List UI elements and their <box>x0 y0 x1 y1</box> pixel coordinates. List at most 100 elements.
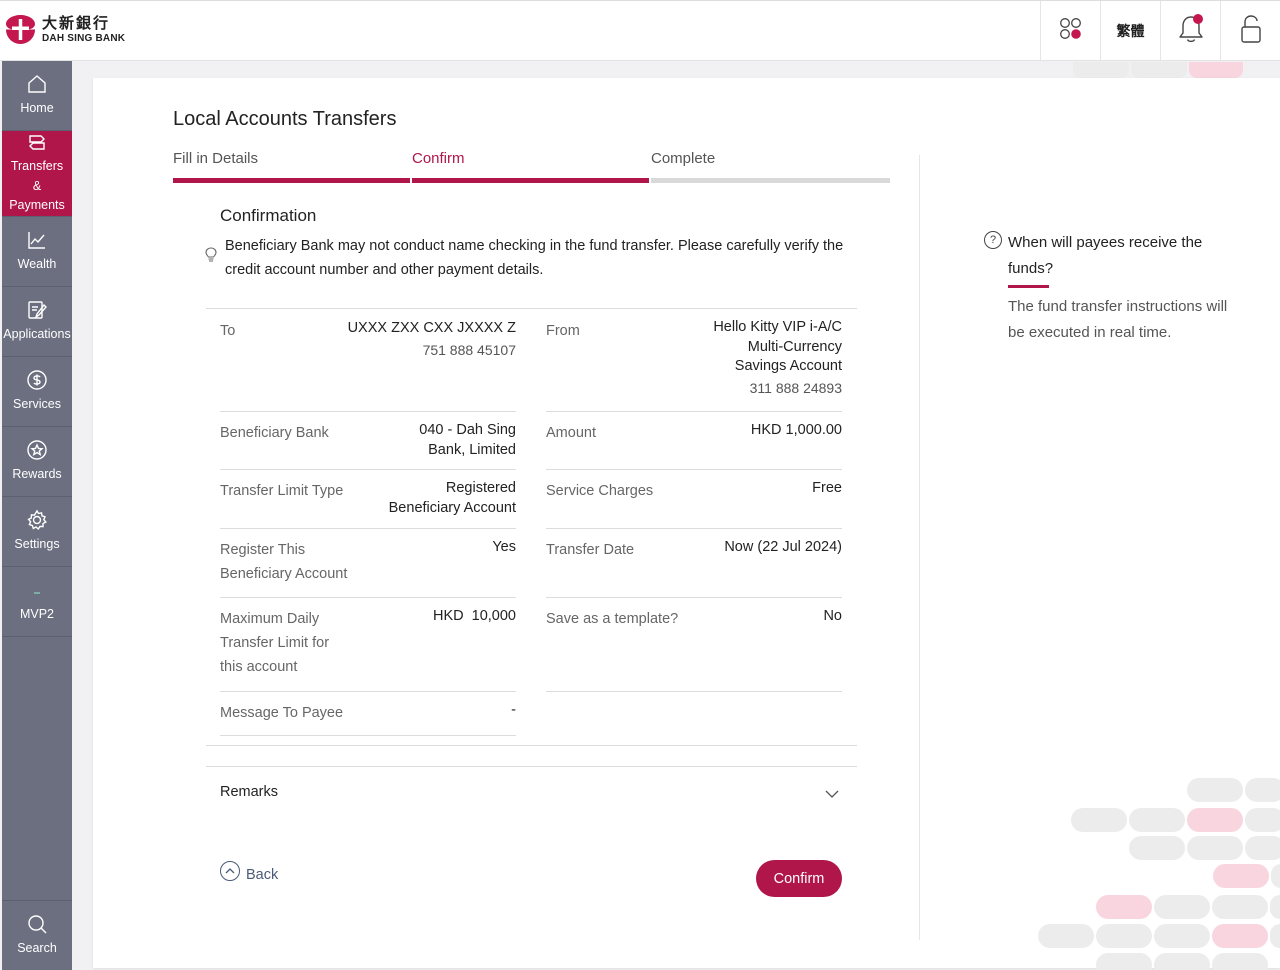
payee-name: UXXX ZXX CXX JXXXX Z <box>347 320 516 336</box>
sidebar-item-label: Services <box>13 396 61 411</box>
limit-type-label: Transfer Limit Type <box>220 483 344 499</box>
step-bar <box>173 178 410 183</box>
message-to-payee-value: - <box>511 702 516 718</box>
top-bar: 大新銀行 DAH SING BANK 繁體 <box>0 0 1280 61</box>
from-account-number: 311 888 24893 <box>749 379 842 396</box>
sidebar-item-mvp2[interactable]: MVP2 <box>2 567 72 637</box>
logo-chinese-name: 大新銀行 <box>42 14 111 32</box>
divider <box>220 469 516 470</box>
service-charges-label: Service Charges <box>546 483 654 499</box>
sidebar-item-label: Rewards <box>12 466 62 481</box>
save-template-label: Save as a template? <box>546 611 679 627</box>
amount-value: HKD 1,000.00 <box>750 422 842 438</box>
from-account-name-line: Savings Account <box>734 358 842 374</box>
step-bar <box>651 178 890 183</box>
label-line: Beneficiary Account <box>220 566 348 582</box>
logo-mark <box>4 13 37 46</box>
divider <box>220 411 516 412</box>
divider <box>220 528 516 529</box>
chevron-up-circle-icon <box>220 861 240 881</box>
search-icon <box>26 913 48 935</box>
sidebar-item-label: Search <box>17 940 57 955</box>
sidebar-item-services[interactable]: Services <box>2 357 72 427</box>
divider <box>546 469 842 470</box>
label-line: Transfer Limit for <box>220 635 330 651</box>
apps-button[interactable] <box>1040 1 1100 61</box>
language-toggle[interactable]: 繁體 <box>1100 1 1160 61</box>
dollar-icon <box>26 369 48 391</box>
step-label: Complete <box>651 150 716 167</box>
transfer-card: Local Accounts Transfers Fill in Details… <box>93 78 1280 968</box>
chevron-down-icon[interactable] <box>825 786 839 804</box>
dash-icon <box>26 579 48 601</box>
divider <box>546 528 842 529</box>
amount-label: Amount <box>546 425 596 441</box>
divider <box>546 691 842 692</box>
gear-icon <box>26 509 48 531</box>
sidebar-item-label: MVP2 <box>19 606 55 621</box>
back-button[interactable]: Back <box>220 859 278 883</box>
remarks-toggle[interactable]: Remarks <box>220 784 278 800</box>
divider <box>206 308 857 309</box>
step-confirm: Confirm <box>412 150 649 183</box>
step-label: Fill in Details <box>173 150 259 167</box>
step-fill-in-details: Fill in Details <box>173 150 410 183</box>
beneficiary-bank-label: Beneficiary Bank <box>220 425 329 441</box>
sidebar-item-label: Applications <box>3 326 71 341</box>
logout-lock-button[interactable] <box>1220 1 1280 61</box>
beneficiary-bank-line: Bank, Limited <box>428 441 516 458</box>
sidebar-item-rewards[interactable]: Rewards <box>2 427 72 497</box>
transfer-date-value: Now (22 Jul 2024) <box>724 539 842 555</box>
notifications-button[interactable] <box>1160 1 1220 61</box>
service-charges-value: Free <box>812 480 842 496</box>
label-line: Maximum Daily <box>220 611 320 627</box>
from-label: From <box>546 323 580 339</box>
sidebar-item-applications[interactable]: Applications <box>2 287 72 357</box>
sidebar-item-transfers-payments[interactable]: Transfers & Payments <box>2 131 72 217</box>
sidebar-item-wealth[interactable]: Wealth <box>2 217 72 287</box>
home-icon <box>26 73 48 95</box>
register-beneficiary-label: Register This Beneficiary Account <box>220 538 347 586</box>
sidebar-item-search[interactable]: Search <box>2 900 72 970</box>
divider <box>546 411 842 412</box>
faq-answer: The fund transfer instructions will be e… <box>1008 298 1228 341</box>
save-template-value: No <box>823 608 842 624</box>
apps-grid-icon <box>1059 17 1083 46</box>
faq-question[interactable]: When will payees receive the funds? <box>1008 230 1223 282</box>
step-label: Confirm <box>412 150 465 167</box>
page-title: Local Accounts Transfers <box>173 108 397 130</box>
divider <box>220 597 516 598</box>
sidebar-item-home[interactable]: Home <box>2 61 72 131</box>
step-complete: Complete <box>651 150 890 183</box>
column-divider <box>919 155 920 940</box>
transfer-date-label: Transfer Date <box>546 542 635 558</box>
sidebar-item-settings[interactable]: Settings <box>2 497 72 567</box>
confirmation-heading: Confirmation <box>220 206 317 225</box>
verification-notice: Beneficiary Bank may not conduct name ch… <box>225 238 844 278</box>
bank-logo[interactable]: 大新銀行 DAH SING BANK <box>4 13 125 46</box>
from-account-name-line: Hello Kitty VIP i-A/C <box>713 319 842 335</box>
back-label: Back <box>246 867 279 883</box>
label-line: this account <box>220 659 298 675</box>
divider <box>220 735 516 736</box>
max-daily-limit-value: HKD 10,000 <box>432 608 516 624</box>
sidebar-nav: Home Transfers & Payments Wealth Applica… <box>2 61 72 970</box>
faq-accent-bar <box>1008 285 1049 288</box>
progress-steps: Fill in Details Confirm Complete <box>173 150 890 184</box>
to-label: To <box>220 323 236 339</box>
sidebar-item-label: Home <box>20 100 54 115</box>
limit-type-line: Registered <box>445 480 516 496</box>
register-beneficiary-value: Yes <box>492 539 516 555</box>
label-line: Register This <box>220 542 306 558</box>
divider <box>546 597 842 598</box>
notification-badge-dot <box>1193 14 1203 24</box>
question-icon: ? <box>984 231 1002 249</box>
edit-icon <box>26 299 48 321</box>
to-value: UXXX ZXX CXX JXXXX Z 751 888 45107 <box>336 319 516 360</box>
lightbulb-icon <box>203 246 219 264</box>
divider <box>220 691 516 692</box>
sidebar-item-label: Wealth <box>17 256 57 271</box>
chart-icon <box>26 229 48 251</box>
beneficiary-bank-value: 040 - Dah Sing Bank, Limited <box>376 421 516 460</box>
confirm-button[interactable]: Confirm <box>756 860 842 897</box>
